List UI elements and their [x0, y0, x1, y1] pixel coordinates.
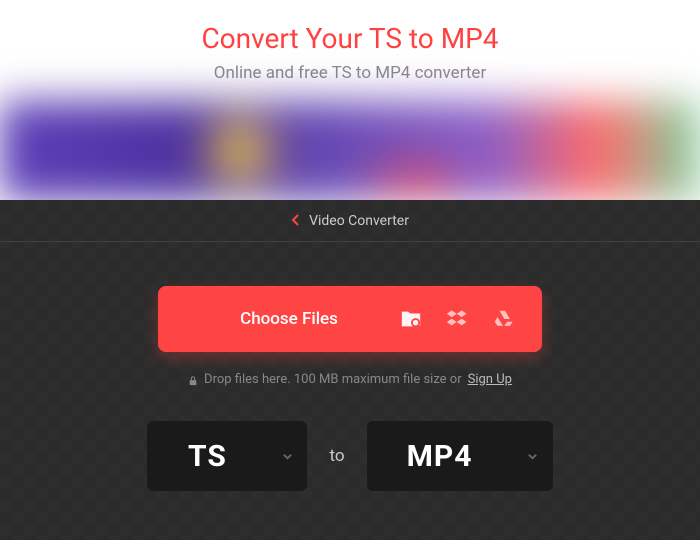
google-drive-icon[interactable] — [492, 308, 514, 330]
from-format-select[interactable]: TS — [147, 421, 307, 491]
chevron-down-icon — [513, 451, 553, 462]
choose-files-button[interactable]: Choose Files — [158, 286, 542, 352]
to-format-select[interactable]: MP4 — [367, 421, 553, 491]
page-header: Convert Your TS to MP4 Online and free T… — [0, 0, 700, 101]
upload-hint: Drop files here. 100 MB maximum file siz… — [188, 372, 512, 387]
converter-panel: Video Converter Choose Files Drop files … — [0, 200, 700, 540]
page-title: Convert Your TS to MP4 — [0, 22, 700, 55]
converter-content: Choose Files Drop files here. 100 MB max… — [0, 242, 700, 491]
choose-files-label: Choose Files — [158, 309, 400, 329]
signup-link[interactable]: Sign Up — [468, 372, 512, 387]
dropbox-icon[interactable] — [446, 308, 468, 330]
to-label: to — [329, 446, 344, 466]
hint-text: Drop files here. 100 MB maximum file siz… — [204, 372, 462, 387]
source-icons — [400, 308, 542, 330]
to-format-label: MP4 — [367, 439, 513, 474]
folder-search-icon[interactable] — [400, 308, 422, 330]
converter-topbar: Video Converter — [0, 200, 700, 242]
ad-banner — [0, 101, 700, 200]
lock-icon — [188, 375, 198, 385]
format-row: TS to MP4 — [147, 421, 552, 491]
chevron-down-icon — [267, 451, 307, 462]
from-format-label: TS — [147, 439, 267, 474]
back-chevron-icon[interactable] — [291, 211, 299, 230]
page-subtitle: Online and free TS to MP4 converter — [0, 63, 700, 83]
breadcrumb[interactable]: Video Converter — [309, 213, 409, 229]
